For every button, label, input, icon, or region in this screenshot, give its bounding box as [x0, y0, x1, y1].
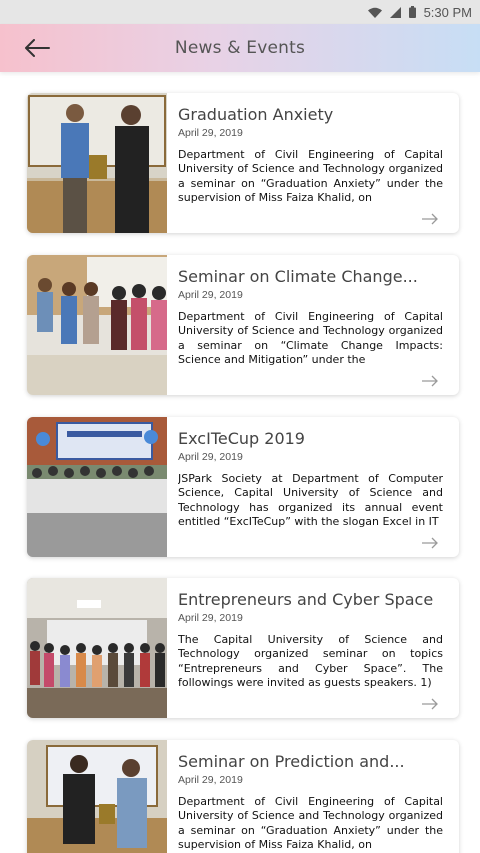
signal-icon	[389, 6, 401, 18]
back-button[interactable]	[22, 36, 52, 60]
event-thumbnail	[27, 417, 167, 557]
event-excerpt: Department of Civil Engineering of Capit…	[178, 310, 443, 366]
event-thumbnail	[27, 578, 167, 718]
arrow-right-icon[interactable]	[421, 698, 439, 710]
event-date: April 29, 2019	[178, 127, 243, 139]
battery-icon	[408, 6, 416, 18]
event-thumbnail	[27, 255, 167, 395]
event-date: April 29, 2019	[178, 451, 243, 463]
status-time: 5:30 PM	[423, 4, 472, 20]
arrow-right-icon[interactable]	[421, 375, 439, 387]
event-excerpt: JSPark Society at Department of Computer…	[178, 472, 443, 528]
event-card[interactable]: Entrepreneurs and Cyber Space April 29, …	[27, 578, 459, 718]
event-title: Graduation Anxiety	[178, 105, 334, 124]
app-header: News & Events	[0, 24, 480, 72]
event-title: Entrepreneurs and Cyber Space	[178, 590, 434, 609]
status-bar: 5:30 PM	[0, 0, 480, 24]
arrow-right-icon[interactable]	[421, 537, 439, 549]
event-excerpt: Department of Civil Engineering of Capit…	[178, 795, 443, 851]
event-excerpt: The Capital University of Science and Te…	[178, 633, 443, 689]
event-date: April 29, 2019	[178, 289, 243, 301]
event-card[interactable]: ExcITeCup 2019 April 29, 2019 JSPark Soc…	[27, 417, 459, 557]
event-card[interactable]: Graduation Anxiety April 29, 2019 Depart…	[27, 93, 459, 233]
event-excerpt: Department of Civil Engineering of Capit…	[178, 148, 443, 204]
page-title: News & Events	[174, 38, 306, 58]
event-title: ExcITeCup 2019	[178, 429, 305, 448]
arrow-left-icon	[25, 39, 50, 57]
wifi-icon	[367, 7, 382, 18]
event-card[interactable]: Seminar on Climate Change... April 29, 2…	[27, 255, 459, 395]
event-date: April 29, 2019	[178, 774, 243, 786]
event-title: Seminar on Climate Change...	[178, 267, 418, 286]
event-title: Seminar on Prediction and...	[178, 752, 405, 771]
event-card[interactable]: Seminar on Prediction and... April 29, 2…	[27, 740, 459, 853]
event-thumbnail	[27, 93, 167, 233]
arrow-right-icon[interactable]	[421, 213, 439, 225]
event-thumbnail	[27, 740, 167, 853]
event-date: April 29, 2019	[178, 612, 243, 624]
